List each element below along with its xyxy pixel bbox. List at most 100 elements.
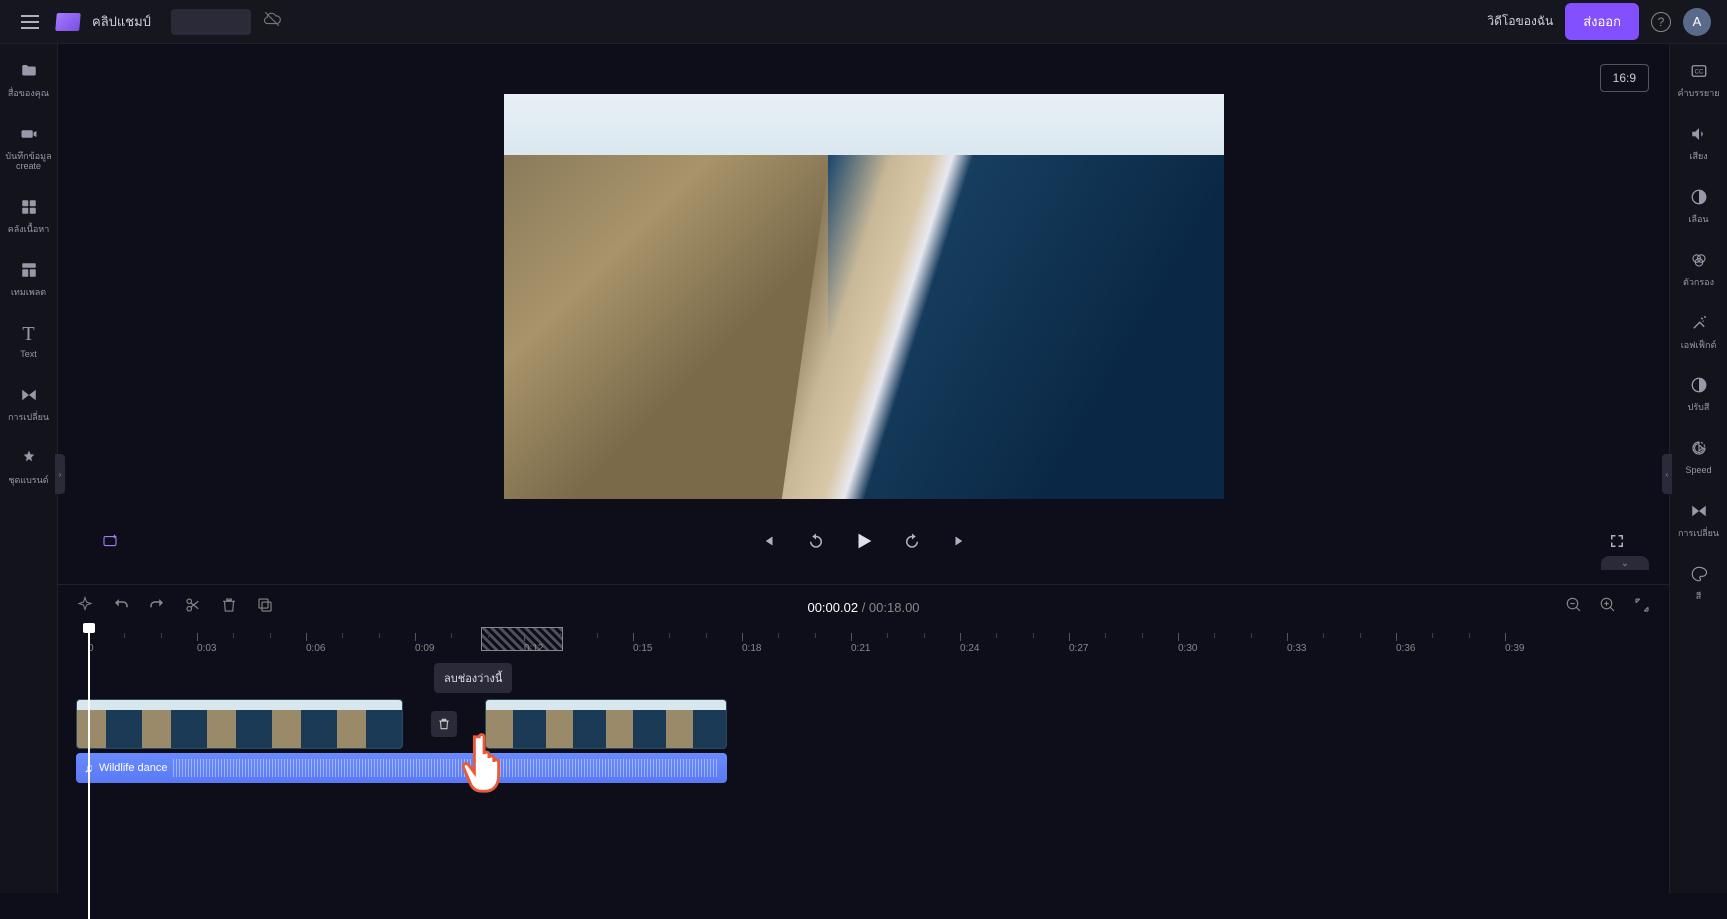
my-videos-link[interactable]: วิดีโอของฉัน (1487, 12, 1553, 31)
ruler-tick: 0:21 (851, 633, 870, 654)
panel-label: สี (1696, 592, 1702, 602)
rewind-button[interactable] (804, 529, 828, 553)
skip-end-button[interactable] (948, 529, 972, 553)
aspect-ratio-selector[interactable]: 16:9 (1600, 64, 1649, 92)
cloud-off-icon (263, 10, 281, 33)
video-clip-2[interactable] (485, 699, 727, 749)
video-track[interactable] (76, 699, 1669, 749)
zoom-fit-button[interactable] (1633, 596, 1651, 618)
sidebar-record[interactable]: บันทึกข้อมูล create (0, 121, 57, 176)
captions-icon: CC (1690, 62, 1708, 85)
export-button[interactable]: ส่งออก (1565, 3, 1639, 40)
duplicate-button[interactable] (256, 596, 274, 618)
app-header: คลิปแชมป์ วิดีโอของฉัน ส่งออก ? A (0, 0, 1727, 44)
help-button[interactable]: ? (1651, 12, 1671, 32)
ruler-tick: 0:18 (742, 633, 761, 654)
video-preview[interactable] (504, 94, 1224, 499)
sidebar-label: คลังเนื้อหา (8, 225, 50, 235)
zoom-out-button[interactable] (1565, 596, 1583, 618)
ruler-tick: 0:33 (1287, 633, 1306, 654)
ruler-tick: 0:12 (524, 633, 543, 654)
adjust-icon (1690, 376, 1708, 399)
export-label: ส่งออก (1583, 14, 1621, 29)
timeline-tracks: ลบช่องว่างนี้ ♫ Wildl (76, 699, 1669, 783)
title-edit-field[interactable] (171, 9, 251, 35)
ruler-tick: 0:36 (1396, 633, 1415, 654)
sidebar-label: Text (20, 350, 37, 360)
sidebar-templates[interactable]: เทมเพลต (0, 257, 57, 302)
delete-gap-tooltip: ลบช่องว่างนี้ (434, 663, 512, 693)
ruler-tick: 0:27 (1069, 633, 1088, 654)
redo-button[interactable] (148, 596, 166, 618)
video-clip-1[interactable] (76, 699, 403, 749)
skip-start-button[interactable] (756, 529, 780, 553)
auto-enhance-button[interactable] (76, 596, 94, 618)
project-title[interactable]: คลิปแชมป์ (92, 11, 151, 32)
zoom-controls (1565, 596, 1651, 618)
panel-label: เสียง (1689, 152, 1707, 162)
library-icon (20, 198, 38, 221)
timeline-panel: 00:00.02 / 00:18.00 00:030:060:090:120:1… (58, 584, 1669, 893)
audio-icon (1690, 125, 1708, 148)
effects-icon (1690, 314, 1708, 337)
collapse-timeline-button[interactable]: ⌄ (1601, 556, 1649, 570)
panel-filters[interactable]: ตัวกรอง (1670, 247, 1727, 292)
menu-icon (21, 15, 39, 29)
panel-color[interactable]: สี (1670, 561, 1727, 606)
filter-icon (1690, 251, 1708, 274)
svg-text:CC: CC (1694, 69, 1703, 75)
panel-label: การเปลี่ยน (1678, 529, 1719, 539)
pointer-cursor-icon (456, 729, 518, 797)
timeline-toolbar: 00:00.02 / 00:18.00 (58, 585, 1669, 629)
app-logo-icon (55, 13, 81, 31)
time-separator: / (858, 600, 869, 615)
sidebar-label: บันทึกข้อมูล create (5, 152, 51, 172)
folder-icon (20, 62, 38, 85)
ruler-tick: 0:15 (633, 633, 652, 654)
panel-adjust[interactable]: ปรับสี (1670, 372, 1727, 417)
play-button[interactable] (852, 529, 876, 553)
preview-area: 16:9 ⌄ (58, 44, 1669, 584)
ruler-tick: 0:30 (1178, 633, 1197, 654)
sidebar-media[interactable]: สื่อของคุณ (0, 58, 57, 103)
sidebar-label: การเปลี่ยน (8, 413, 49, 423)
menu-button[interactable] (16, 8, 44, 36)
zoom-in-button[interactable] (1599, 596, 1617, 618)
panel-speed[interactable]: Speed (1670, 435, 1727, 480)
audio-clip[interactable]: ♫ Wildlife dance (76, 753, 727, 783)
panel-captions[interactable]: CC คำบรรยาย (1670, 58, 1727, 103)
sidebar-label: ชุดแบรนด์ (8, 476, 48, 486)
panel-fade[interactable]: เลือน (1670, 184, 1727, 229)
timeline-ruler[interactable]: 00:030:060:090:120:150:180:210:240:270:3… (76, 629, 1669, 659)
ai-enhance-button[interactable] (98, 529, 122, 553)
sidebar-label: สื่อของคุณ (8, 89, 49, 99)
ruler-tick: 0:06 (306, 633, 325, 654)
undo-button[interactable] (112, 596, 130, 618)
sidebar-transitions[interactable]: การเปลี่ยน (0, 382, 57, 427)
split-button[interactable] (184, 596, 202, 618)
transition-icon (1690, 502, 1708, 525)
camera-icon (20, 125, 38, 148)
ruler-tick: 0:24 (960, 633, 979, 654)
left-sidebar: สื่อของคุณ บันทึกข้อมูล create คลังเนื้อ… (0, 44, 58, 893)
panel-label: ตัวกรอง (1683, 278, 1714, 288)
playback-controls (58, 529, 1669, 553)
sidebar-brand[interactable]: ชุดแบรนด์ (0, 445, 57, 490)
delete-gap-button[interactable] (431, 711, 457, 737)
fullscreen-button[interactable] (1605, 529, 1629, 553)
panel-effects[interactable]: เอฟเฟ็กต์ (1670, 310, 1727, 355)
audio-waveform (173, 759, 719, 777)
sidebar-text[interactable]: T Text (0, 319, 57, 364)
delete-button[interactable] (220, 596, 238, 618)
forward-button[interactable] (900, 529, 924, 553)
time-display: 00:00.02 / 00:18.00 (807, 600, 919, 615)
panel-transition[interactable]: การเปลี่ยน (1670, 498, 1727, 543)
playhead[interactable] (88, 625, 90, 919)
ruler-tick: 0:09 (415, 633, 434, 654)
color-icon (1690, 565, 1708, 588)
speed-icon (1690, 439, 1708, 462)
sidebar-library[interactable]: คลังเนื้อหา (0, 194, 57, 239)
user-avatar[interactable]: A (1683, 8, 1711, 36)
preview-frame (504, 94, 1224, 499)
panel-audio[interactable]: เสียง (1670, 121, 1727, 166)
